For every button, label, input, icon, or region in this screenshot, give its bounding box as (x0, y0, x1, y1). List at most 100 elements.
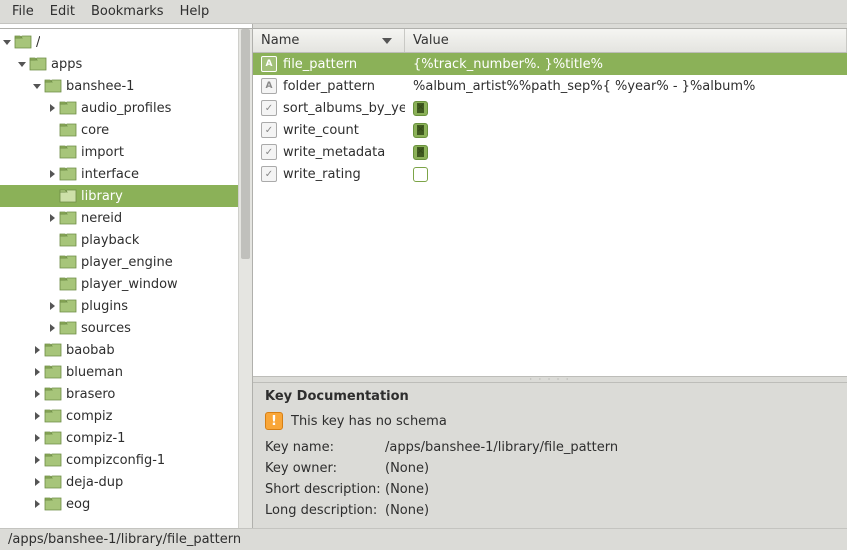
tree-item-playback[interactable]: playback (0, 229, 252, 251)
bool-checkbox[interactable] (413, 145, 428, 160)
expander-right-icon[interactable] (45, 321, 59, 335)
folder-icon (59, 320, 77, 336)
doc-row-value: (None) (385, 482, 835, 497)
tree-item-label: blueman (66, 365, 123, 380)
key-value-cell[interactable] (405, 123, 847, 138)
expander-right-icon[interactable] (45, 167, 59, 181)
folder-icon (44, 342, 62, 358)
expander-placeholder (45, 189, 59, 203)
tree-item-plugins[interactable]: plugins (0, 295, 252, 317)
tree-scrollbar[interactable] (238, 29, 252, 528)
folder-icon (59, 122, 77, 138)
tree-item-apps[interactable]: apps (0, 53, 252, 75)
bool-type-icon (261, 144, 277, 160)
expander-right-icon[interactable] (30, 343, 44, 357)
bool-checkbox[interactable] (413, 101, 428, 116)
folder-icon (44, 78, 62, 94)
key-row-write_rating[interactable]: write_rating (253, 163, 847, 185)
key-row-file_pattern[interactable]: Afile_pattern {%track_number%. }%title% (253, 53, 847, 75)
column-header-value-label: Value (413, 33, 449, 48)
key-row-folder_pattern[interactable]: Afolder_pattern%album_artist%%path_sep%{… (253, 75, 847, 97)
key-value-cell[interactable] (405, 101, 847, 116)
expander-right-icon[interactable] (30, 431, 44, 445)
column-header-name[interactable]: Name (253, 29, 405, 52)
folder-icon (29, 56, 47, 72)
key-row-write_metadata[interactable]: write_metadata (253, 141, 847, 163)
tree-item-deja-dup[interactable]: deja-dup (0, 471, 252, 493)
key-row-write_count[interactable]: write_count (253, 119, 847, 141)
tree-item-eog[interactable]: eog (0, 493, 252, 515)
tree-item-compiz[interactable]: compiz (0, 405, 252, 427)
expander-placeholder (45, 233, 59, 247)
tree-item-compizconfig-1[interactable]: compizconfig-1 (0, 449, 252, 471)
tree-item-player-window[interactable]: player_window (0, 273, 252, 295)
key-row-sort_albums_by_year[interactable]: sort_albums_by_year (253, 97, 847, 119)
tree-item-import[interactable]: import (0, 141, 252, 163)
tree-item-nereid[interactable]: nereid (0, 207, 252, 229)
expander-right-icon[interactable] (45, 299, 59, 313)
string-type-icon: A (261, 56, 277, 72)
tree-item-interface[interactable]: interface (0, 163, 252, 185)
expander-right-icon[interactable] (30, 365, 44, 379)
expander-down-icon[interactable] (15, 57, 29, 71)
key-name-cell: write_rating (253, 166, 405, 182)
folder-icon (44, 386, 62, 402)
column-header-value[interactable]: Value (405, 29, 847, 52)
tree-item-label: audio_profiles (81, 101, 171, 116)
tree-item-label: player_engine (81, 255, 173, 270)
key-value-cell[interactable] (405, 145, 847, 160)
tree-item-label: core (81, 123, 109, 138)
horizontal-splitter[interactable]: · · · · · (253, 376, 847, 383)
key-value-cell[interactable] (405, 167, 847, 182)
expander-right-icon[interactable] (30, 475, 44, 489)
tree-view[interactable]: / apps banshee-1 audio_profilescore import in… (0, 28, 252, 528)
tree-item-label: brasero (66, 387, 115, 402)
tree-item--[interactable]: / (0, 31, 252, 53)
tree-item-compiz-1[interactable]: compiz-1 (0, 427, 252, 449)
menu-edit[interactable]: Edit (42, 1, 83, 22)
folder-icon (59, 210, 77, 226)
key-list[interactable]: Afile_pattern{%track_number%. }%title%Af… (253, 53, 847, 376)
expander-right-icon[interactable] (30, 453, 44, 467)
tree-item-baobab[interactable]: baobab (0, 339, 252, 361)
expander-down-icon[interactable] (0, 35, 14, 49)
tree-item-brasero[interactable]: brasero (0, 383, 252, 405)
key-value-cell[interactable]: {%track_number%. }%title% (405, 57, 847, 72)
tree-item-label: apps (51, 57, 82, 72)
scrollbar-thumb[interactable] (241, 29, 250, 259)
doc-table: Key name:/apps/banshee-1/library/file_pa… (265, 440, 835, 518)
expander-right-icon[interactable] (30, 497, 44, 511)
tree-item-label: / (36, 35, 40, 50)
tree-item-label: interface (81, 167, 139, 182)
bool-checkbox[interactable] (413, 123, 428, 138)
expander-right-icon[interactable] (45, 101, 59, 115)
tree-item-banshee-1[interactable]: banshee-1 (0, 75, 252, 97)
menu-help[interactable]: Help (172, 1, 218, 22)
tree-item-blueman[interactable]: blueman (0, 361, 252, 383)
expander-right-icon[interactable] (30, 409, 44, 423)
tree-item-audio-profiles[interactable]: audio_profiles (0, 97, 252, 119)
doc-warning-text: This key has no schema (291, 414, 447, 429)
folder-icon (59, 188, 77, 204)
key-name-label: write_metadata (283, 145, 385, 160)
tree-item-label: compiz-1 (66, 431, 125, 446)
expander-right-icon[interactable] (30, 387, 44, 401)
key-name-label: file_pattern (283, 57, 357, 72)
tree-item-core[interactable]: core (0, 119, 252, 141)
tree-item-label: compiz (66, 409, 112, 424)
doc-row-label: Short description: (265, 482, 385, 497)
menu-file[interactable]: File (4, 1, 42, 22)
menu-bookmarks[interactable]: Bookmarks (83, 1, 172, 22)
bool-type-icon (261, 166, 277, 182)
tree-item-player-engine[interactable]: player_engine (0, 251, 252, 273)
expander-right-icon[interactable] (45, 211, 59, 225)
tree-item-label: baobab (66, 343, 115, 358)
tree-item-library[interactable]: library (0, 185, 252, 207)
expander-down-icon[interactable] (30, 79, 44, 93)
key-value-text: %album_artist%%path_sep%{ %year% - }%alb… (413, 79, 755, 94)
sort-indicator-icon (382, 33, 392, 48)
key-value-cell[interactable]: %album_artist%%path_sep%{ %year% - }%alb… (405, 79, 847, 94)
bool-checkbox[interactable] (413, 167, 428, 182)
tree-item-label: player_window (81, 277, 178, 292)
tree-item-sources[interactable]: sources (0, 317, 252, 339)
